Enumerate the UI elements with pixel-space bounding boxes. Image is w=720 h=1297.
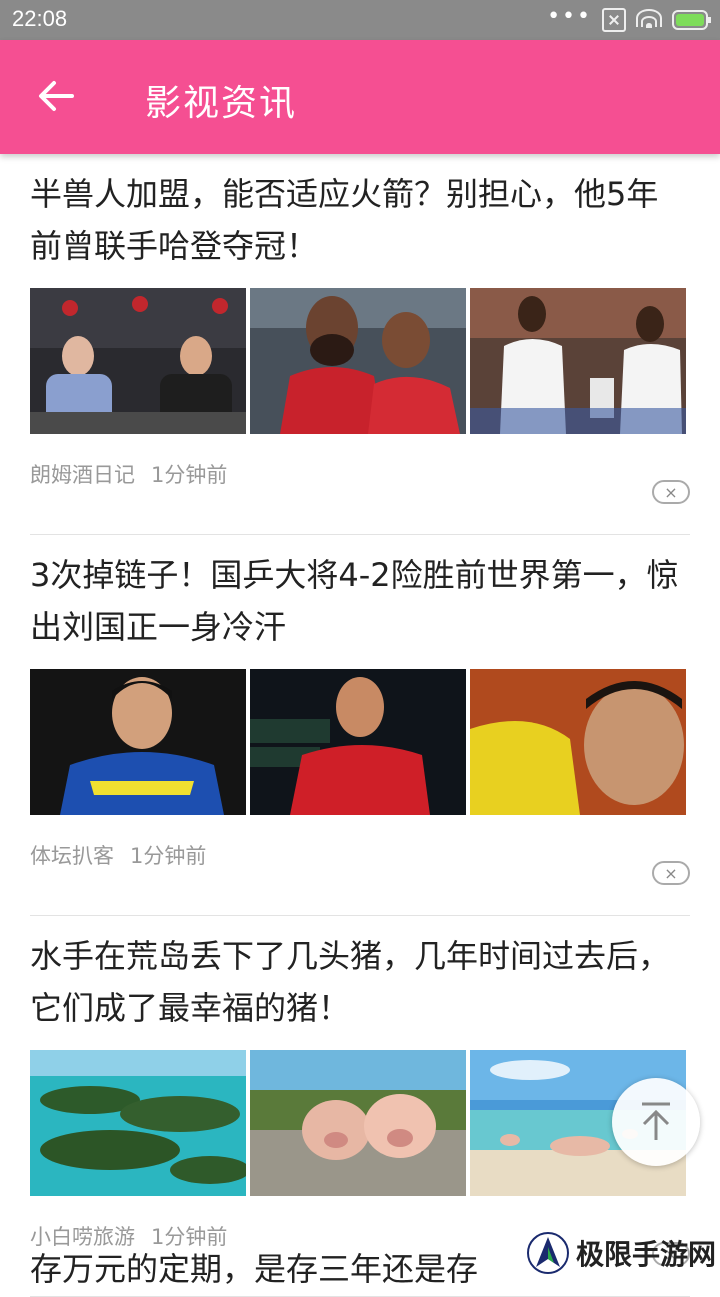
dismiss-button[interactable]: ×	[652, 480, 690, 504]
status-bar: 22:08 •••	[0, 0, 720, 40]
status-icons: •••	[547, 4, 711, 32]
status-time: 22:08	[12, 6, 68, 31]
article-time: 1分钟前	[130, 844, 207, 868]
article-meta: 朗姆酒日记 1分钟前	[30, 450, 690, 498]
thumbnail-image[interactable]	[470, 288, 686, 434]
watermark: 极限手游网	[526, 1226, 720, 1280]
arrow-up-icon	[642, 1102, 670, 1140]
thumbnail-image[interactable]	[250, 669, 466, 815]
scroll-to-top-button[interactable]	[612, 1078, 700, 1166]
article-source: 朗姆酒日记	[30, 463, 135, 487]
news-card[interactable]: 半兽人加盟，能否适应火箭？别担心，他5年前曾联手哈登夺冠！ 朗姆酒日记 1分钟前…	[30, 154, 690, 535]
article-source: 体坛扒客	[30, 844, 114, 868]
article-time: 1分钟前	[151, 463, 228, 487]
thumbnail-image[interactable]	[250, 1050, 466, 1196]
article-meta: 体坛扒客 1分钟前	[30, 831, 690, 879]
thumbnail-image[interactable]	[470, 669, 686, 815]
news-card[interactable]: 3次掉链子！国乒大将4-2险胜前世界第一，惊出刘国正一身冷汗 体坛扒客 1分钟前…	[30, 535, 690, 916]
wifi-icon	[636, 9, 662, 31]
article-title-partial[interactable]: 存万元的定期，是存三年还是存	[30, 1244, 478, 1290]
article-title[interactable]: 3次掉链子！国乒大将4-2险胜前世界第一，惊出刘国正一身冷汗	[30, 535, 680, 653]
page-title: 影视资讯	[145, 83, 298, 124]
watermark-text: 极限手游网	[576, 1238, 717, 1271]
thumbnail-image[interactable]	[30, 669, 246, 815]
back-arrow-icon[interactable]	[36, 76, 76, 116]
thumbnail-row	[30, 1050, 690, 1196]
thumbnail-row	[30, 669, 690, 815]
article-title[interactable]: 水手在荒岛丢下了几头猪，几年时间过去后，它们成了最幸福的猪！	[30, 916, 680, 1034]
more-dots-icon: •••	[547, 3, 592, 29]
thumbnail-row	[30, 288, 690, 434]
thumbnail-image[interactable]	[250, 288, 466, 434]
battery-charging-icon	[672, 10, 711, 30]
site-logo-icon	[527, 1232, 569, 1274]
thumbnail-image[interactable]	[30, 1050, 246, 1196]
app-bar: 影视资讯	[0, 40, 720, 154]
sim-off-icon	[602, 8, 626, 32]
article-title[interactable]: 半兽人加盟，能否适应火箭？别担心，他5年前曾联手哈登夺冠！	[30, 154, 680, 272]
thumbnail-image[interactable]	[30, 288, 246, 434]
dismiss-button[interactable]: ×	[652, 861, 690, 885]
